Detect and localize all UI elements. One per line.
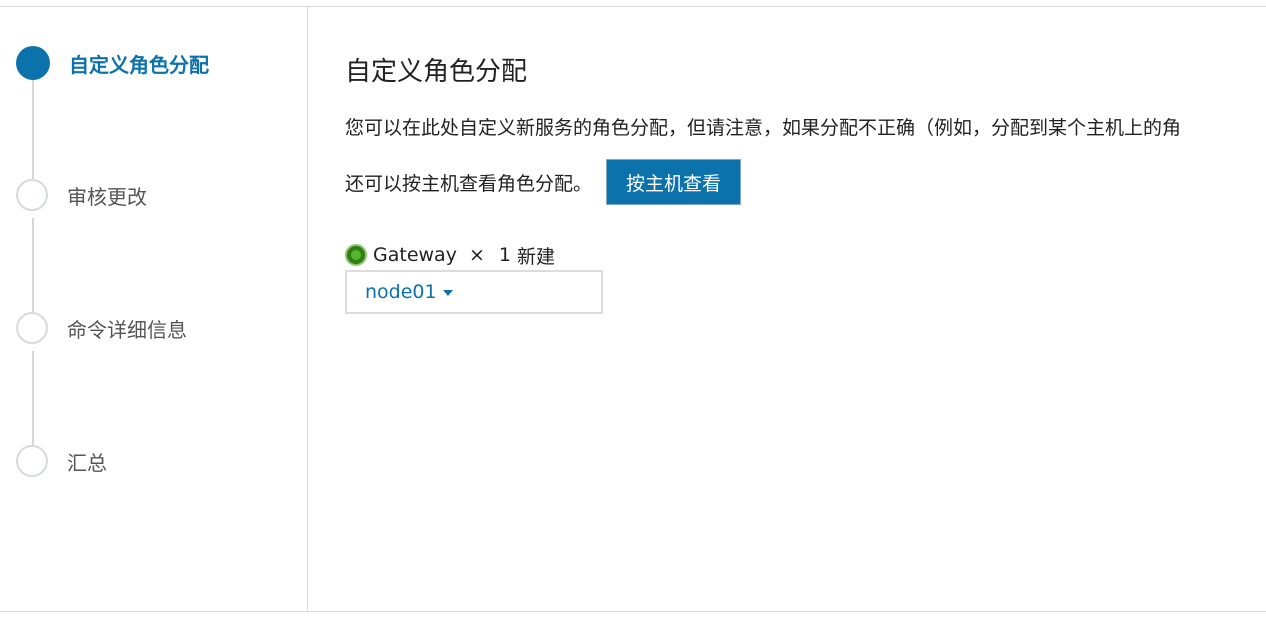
step-label: 审核更改 bbox=[67, 184, 147, 209]
role-new-label: 新建 bbox=[516, 245, 555, 268]
view-by-host-text: 还可以按主机查看角色分配。 bbox=[345, 172, 593, 195]
step-pending-indicator-icon bbox=[16, 179, 48, 211]
wizard-step-summary[interactable]: 汇总 bbox=[16, 443, 107, 479]
step-label: 汇总 bbox=[67, 450, 107, 475]
step-label: 命令详细信息 bbox=[67, 317, 187, 342]
wizard-steps-sidebar: 自定义角色分配 审核更改 命令详细信息 汇总 bbox=[0, 7, 308, 611]
wizard-step-review-changes[interactable]: 审核更改 bbox=[16, 177, 147, 213]
step-label: 自定义角色分配 bbox=[69, 52, 209, 77]
wizard-frame: 自定义角色分配 审核更改 命令详细信息 汇总 自定义角色分配 您可以在此处自定义… bbox=[0, 6, 1266, 612]
step-active-indicator-icon bbox=[16, 46, 50, 80]
wizard-step-custom-role-assignment[interactable]: 自定义角色分配 bbox=[16, 45, 209, 81]
page-title: 自定义角色分配 bbox=[345, 57, 528, 87]
selected-host-value: node01 bbox=[365, 281, 437, 303]
view-by-host-button[interactable]: 按主机查看 bbox=[606, 159, 742, 205]
view-by-host-row: 还可以按主机查看角色分配。 按主机查看 bbox=[345, 159, 742, 205]
role-header: Gateway × 1 新建 bbox=[345, 241, 555, 269]
role-instance-count: 1 bbox=[498, 244, 511, 266]
gateway-role-icon bbox=[345, 244, 367, 266]
main-content: 自定义角色分配 您可以在此处自定义新服务的角色分配，但请注意，如果分配不正确（例… bbox=[345, 7, 1266, 611]
role-name: Gateway bbox=[373, 244, 457, 266]
step-pending-indicator-icon bbox=[16, 312, 48, 344]
caret-down-icon bbox=[442, 290, 453, 296]
role-multiplier-symbol: × bbox=[468, 244, 485, 266]
role-host-select[interactable]: node01 bbox=[345, 270, 603, 314]
page-description: 您可以在此处自定义新服务的角色分配，但请注意，如果分配不正确（例如，分配到某个主… bbox=[345, 117, 1182, 139]
wizard-step-command-details[interactable]: 命令详细信息 bbox=[16, 310, 187, 346]
step-pending-indicator-icon bbox=[16, 445, 48, 477]
